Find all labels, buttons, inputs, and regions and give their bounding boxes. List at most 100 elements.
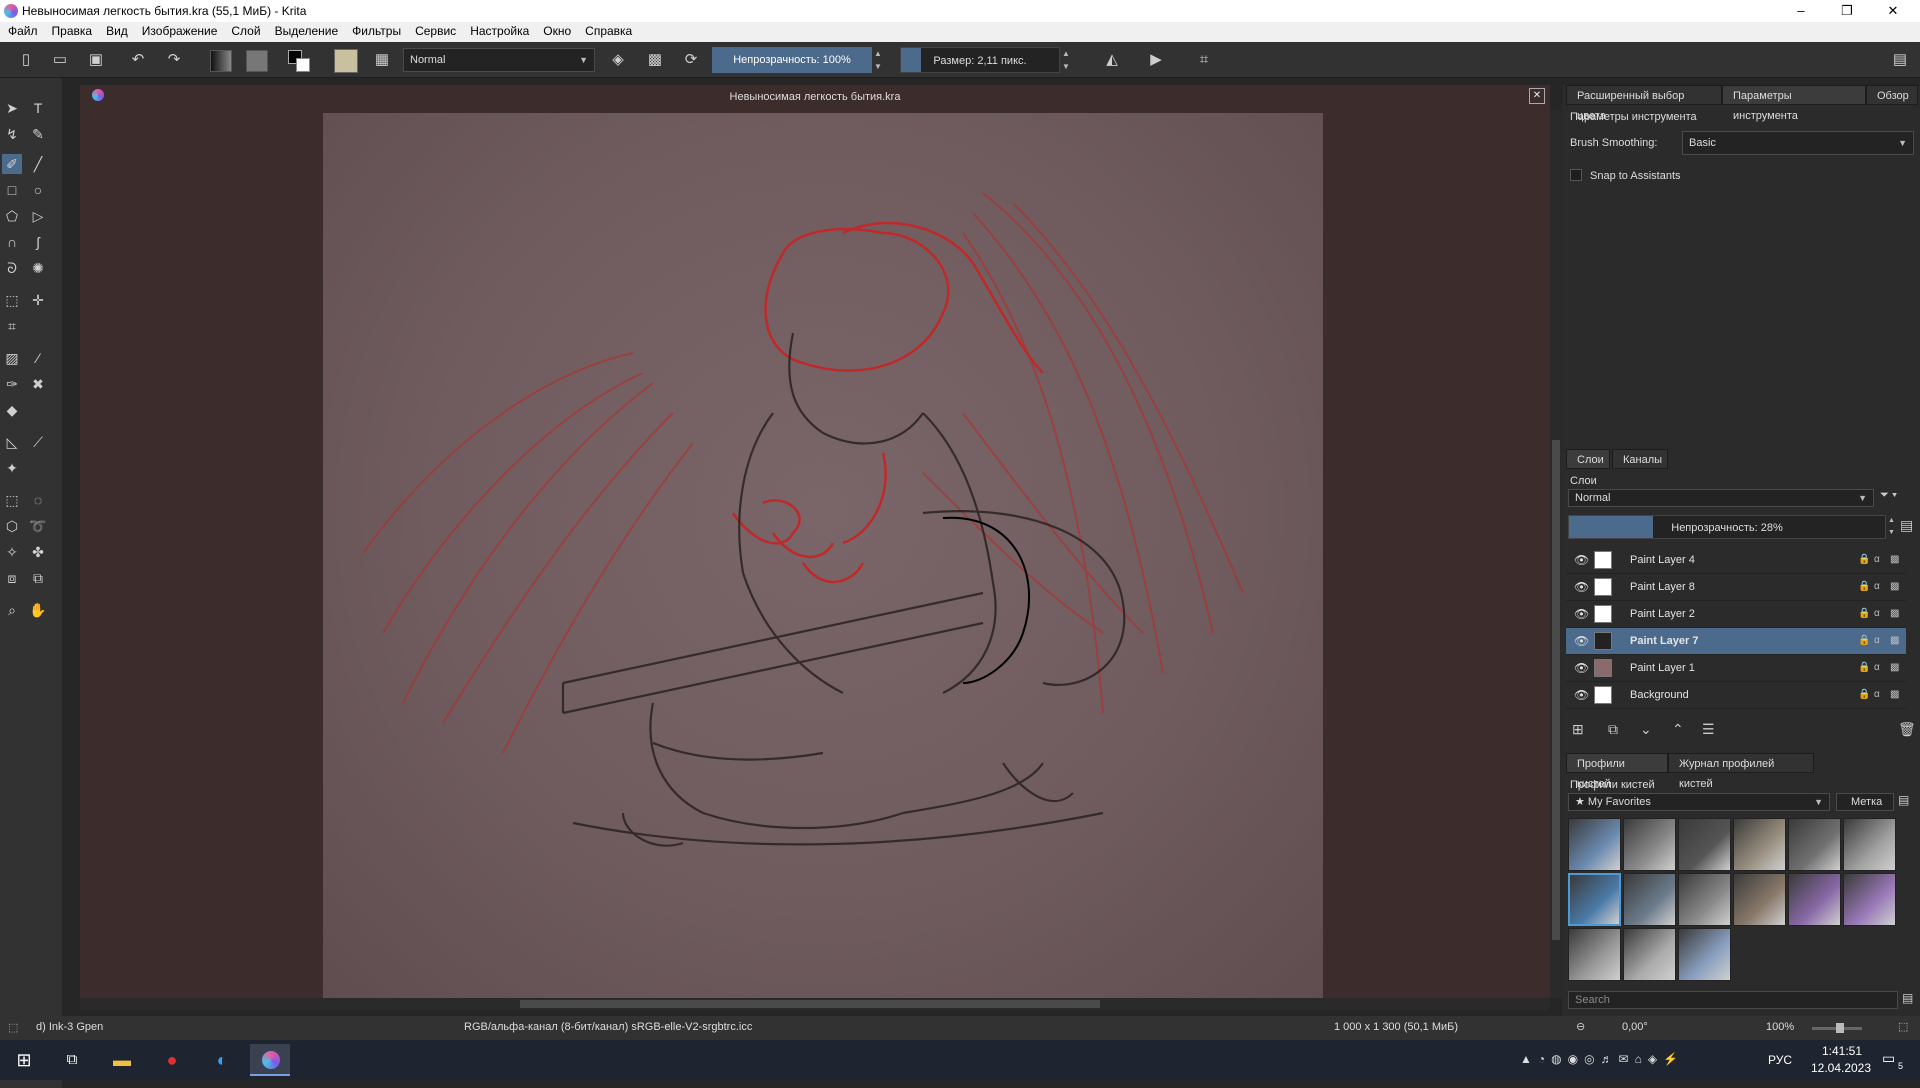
menu-settings[interactable]: Настройка xyxy=(462,22,535,38)
alpha-lock-icon[interactable]: α xyxy=(1874,635,1880,646)
line-tool-icon[interactable]: ╱ xyxy=(28,154,48,174)
file-explorer-icon[interactable]: ▬ xyxy=(102,1044,142,1076)
layer-row-paint-layer-1[interactable]: 👁 Paint Layer 1 🔒 α ▩ xyxy=(1566,655,1906,682)
vertical-scrollbar[interactable] xyxy=(1550,110,1562,998)
select-shapes-tool-icon[interactable]: ➤ xyxy=(2,98,22,118)
menu-edit[interactable]: Правка xyxy=(44,22,99,38)
dynamic-brush-tool-icon[interactable]: ᘐ xyxy=(2,258,22,278)
inherit-alpha-icon[interactable]: ▩ xyxy=(1890,581,1899,592)
color-picker-tool-icon[interactable]: ⁄ xyxy=(28,348,48,368)
menu-view[interactable]: Вид xyxy=(98,22,134,38)
freehand-select-tool-icon[interactable]: ➰ xyxy=(28,516,48,536)
system-tray-icons[interactable]: ▲◔◍◉◎♬✉⌂◈⚡ xyxy=(1520,1052,1684,1066)
inherit-alpha-icon[interactable]: ▩ xyxy=(1890,662,1899,673)
undo-icon[interactable]: ↶ xyxy=(128,50,148,70)
edit-shapes-tool-icon[interactable]: ↯ xyxy=(2,124,22,144)
calligraphy-tool-icon[interactable]: ✎ xyxy=(28,124,48,144)
zoom-value[interactable]: 100% xyxy=(1766,1021,1794,1033)
task-view-icon[interactable]: ⧉ xyxy=(52,1044,92,1076)
eraser-icon[interactable]: ◈ xyxy=(608,50,628,70)
polyline-tool-icon[interactable]: ▷ xyxy=(28,206,48,226)
gradient-selector[interactable] xyxy=(210,50,232,72)
size-slider[interactable]: Размер: 2,11 пикс. xyxy=(900,47,1060,73)
brush-tag-select[interactable]: ★ My Favorites ▼ xyxy=(1568,793,1830,811)
drawing-canvas[interactable] xyxy=(323,113,1323,998)
new-document-icon[interactable]: ▯ xyxy=(16,50,36,70)
rectangle-tool-icon[interactable]: □ xyxy=(2,180,22,200)
rotation-icon[interactable]: ⊖ xyxy=(1576,1020,1585,1033)
minimize-button[interactable]: – xyxy=(1778,0,1824,22)
menu-select[interactable]: Выделение xyxy=(267,22,345,38)
contiguous-select-tool-icon[interactable]: ✧ xyxy=(2,542,22,562)
gradient-tool-icon[interactable]: ▨ xyxy=(2,348,22,368)
brush-preset-1[interactable] xyxy=(1568,818,1621,871)
assistant-tool-icon[interactable]: ◺ xyxy=(2,432,22,452)
visibility-eye-icon[interactable]: 👁 xyxy=(1574,553,1589,567)
brush-preset-8[interactable] xyxy=(1623,873,1676,926)
opacity-slider[interactable]: Непрозрачность: 100% xyxy=(712,47,872,73)
inherit-alpha-icon[interactable]: ▩ xyxy=(1890,689,1899,700)
visibility-eye-icon[interactable]: 👁 xyxy=(1574,661,1589,675)
multibrush-tool-icon[interactable]: ✺ xyxy=(28,258,48,278)
alpha-lock-icon[interactable]: α xyxy=(1874,554,1880,565)
pan-tool-icon[interactable]: ✋ xyxy=(28,600,48,620)
brush-preset-12[interactable] xyxy=(1843,873,1896,926)
visibility-eye-icon[interactable]: 👁 xyxy=(1574,607,1589,621)
alpha-lock-icon[interactable]: ▩ xyxy=(645,50,665,70)
layer-row-paint-layer-2[interactable]: 👁 Paint Layer 2 🔒 α ▩ xyxy=(1566,601,1906,628)
grid-icon[interactable]: ▦ xyxy=(372,50,392,70)
tab-advanced-color[interactable]: Расширенный выбор цвета xyxy=(1566,85,1722,122)
magnetic-select-tool-icon[interactable]: ⧉ xyxy=(28,568,48,588)
tab-layers[interactable]: Слои xyxy=(1566,449,1610,469)
visibility-eye-icon[interactable]: 👁 xyxy=(1574,580,1589,594)
zoom-slider[interactable] xyxy=(1812,1023,1862,1033)
alpha-lock-icon[interactable]: α xyxy=(1874,689,1880,700)
fullscreen-icon[interactable]: ⬚ xyxy=(1898,1020,1908,1033)
freehand-path-tool-icon[interactable]: ʃ xyxy=(28,232,48,252)
smart-patch-tool-icon[interactable]: ✑ xyxy=(2,374,22,394)
brush-preset-4[interactable] xyxy=(1733,818,1786,871)
text-tool-icon[interactable]: T xyxy=(28,98,48,118)
clock-time[interactable]: 1:41:51 xyxy=(1812,1044,1872,1058)
brush-preset-14[interactable] xyxy=(1623,928,1676,981)
menu-tools[interactable]: Сервис xyxy=(407,22,462,38)
dock-toggle-icon[interactable]: ▤ xyxy=(1890,50,1910,70)
lock-icon[interactable]: 🔒 xyxy=(1858,662,1870,673)
inherit-alpha-icon[interactable]: ▩ xyxy=(1890,554,1899,565)
brush-preset-2[interactable] xyxy=(1623,818,1676,871)
alpha-lock-icon[interactable]: α xyxy=(1874,608,1880,619)
freehand-brush-tool-icon[interactable]: ✐ xyxy=(2,154,22,174)
layer-row-paint-layer-4[interactable]: 👁 Paint Layer 4 🔒 α ▩ xyxy=(1566,547,1906,574)
brush-search-input[interactable]: Search xyxy=(1568,991,1898,1009)
lock-icon[interactable]: 🔒 xyxy=(1858,635,1870,646)
add-layer-icon[interactable]: ⊞ xyxy=(1572,721,1584,738)
tab-tool-options[interactable]: Параметры инструмента xyxy=(1722,85,1866,122)
opacity-spinner[interactable]: ▲ ▼ xyxy=(872,47,884,73)
layer-opacity-slider[interactable]: Непрозрачность: 28% xyxy=(1568,515,1886,539)
reference-tool-icon[interactable]: ✦ xyxy=(2,458,22,478)
inherit-alpha-icon[interactable]: ▩ xyxy=(1890,635,1899,646)
brush-preset-7[interactable] xyxy=(1568,873,1621,926)
delete-layer-icon[interactable]: 🗑 xyxy=(1898,721,1916,738)
alpha-lock-icon[interactable]: α xyxy=(1874,662,1880,673)
layer-row-paint-layer-7[interactable]: 👁 Paint Layer 7 🔒 α ▩ xyxy=(1566,628,1906,655)
bezier-tool-icon[interactable]: ∩ xyxy=(2,232,22,252)
lock-icon[interactable]: 🔒 xyxy=(1858,689,1870,700)
yandex-browser-icon[interactable]: ● xyxy=(152,1044,192,1076)
lock-icon[interactable]: 🔒 xyxy=(1858,554,1870,565)
layer-row-background[interactable]: 👁 Background 🔒 α ▩ xyxy=(1566,682,1906,709)
brush-preset-13[interactable] xyxy=(1568,928,1621,981)
language-indicator[interactable]: РУС xyxy=(1768,1053,1792,1067)
tab-overview[interactable]: Обзор xyxy=(1866,85,1918,105)
pattern-selector[interactable] xyxy=(246,50,268,72)
app-c-icon[interactable]: ◐ xyxy=(202,1044,242,1076)
similar-select-tool-icon[interactable]: ✤ xyxy=(28,542,48,562)
menu-help[interactable]: Справка xyxy=(577,22,638,38)
bezier-select-tool-icon[interactable]: ⧈ xyxy=(2,568,22,588)
lock-icon[interactable]: 🔒 xyxy=(1858,581,1870,592)
wrap-around-icon[interactable]: ⌗ xyxy=(1194,50,1214,70)
notification-icon[interactable]: ▭ xyxy=(1882,1050,1895,1067)
move-tool-icon[interactable]: ✛ xyxy=(28,290,48,310)
visibility-eye-icon[interactable]: 👁 xyxy=(1574,634,1589,648)
close-button[interactable]: ✕ xyxy=(1870,0,1916,22)
